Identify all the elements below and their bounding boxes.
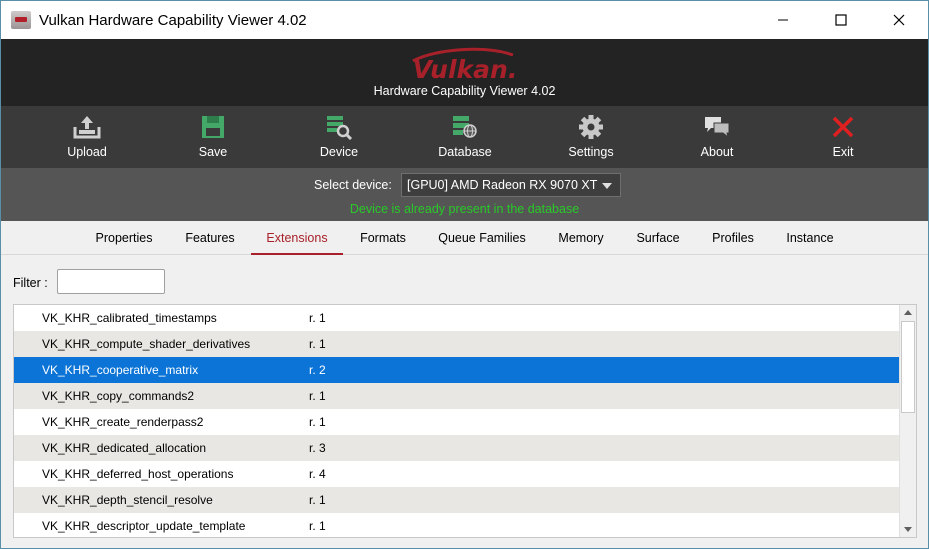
tab-memory[interactable]: Memory — [547, 221, 615, 255]
upload-label: Upload — [67, 145, 107, 159]
database-globe-icon — [453, 116, 477, 138]
tab-profiles[interactable]: Profiles — [700, 221, 766, 255]
about-label: About — [700, 145, 734, 159]
vulkan-logo-icon: Vulkan. — [411, 47, 517, 81]
upload-button[interactable]: Upload — [32, 106, 142, 168]
device-label: Device — [319, 145, 359, 159]
settings-label: Settings — [568, 145, 614, 159]
list-item[interactable]: VK_KHR_deferred_host_operations r. 4 — [14, 461, 900, 487]
minimize-icon — [778, 19, 788, 21]
window-title: Vulkan Hardware Capability Viewer 4.02 — [39, 11, 307, 29]
list-item[interactable]: VK_KHR_calibrated_timestamps r. 1 — [14, 305, 900, 331]
device-status-text: Device is already present in the databas… — [349, 202, 580, 216]
extension-name: VK_KHR_depth_stencil_resolve — [42, 493, 213, 507]
extension-name: VK_KHR_create_renderpass2 — [42, 415, 204, 429]
tab-features[interactable]: Features — [173, 221, 247, 255]
device-select[interactable]: [GPU0] AMD Radeon RX 9070 XT — [401, 173, 621, 197]
svg-text:Vulkan.: Vulkan. — [412, 55, 517, 81]
list-item[interactable]: VK_KHR_depth_stencil_resolve r. 1 — [14, 487, 900, 513]
upload-icon — [73, 116, 101, 139]
extension-revision: r. 1 — [309, 337, 326, 351]
list-item[interactable]: VK_KHR_descriptor_update_template r. 1 — [14, 513, 900, 537]
extension-name: VK_KHR_cooperative_matrix — [42, 363, 199, 377]
vulkan-logo: Vulkan. — [1, 47, 928, 81]
arrow-down-icon — [904, 527, 912, 532]
exit-label: Exit — [832, 145, 854, 159]
extension-revision: r. 1 — [309, 389, 326, 403]
minimize-button[interactable] — [754, 1, 812, 39]
tab-formats[interactable]: Formats — [347, 221, 419, 255]
settings-button[interactable]: Settings — [536, 106, 646, 168]
header-subtitle: Hardware Capability Viewer 4.02 — [373, 84, 556, 98]
list-item[interactable]: VK_KHR_copy_commands2 r. 1 — [14, 383, 900, 409]
device-bar: Select device: [GPU0] AMD Radeon RX 9070… — [1, 168, 928, 221]
list-item-selected[interactable]: VK_KHR_cooperative_matrix r. 2 — [14, 357, 900, 383]
maximize-button[interactable] — [812, 1, 870, 39]
save-button[interactable]: Save — [158, 106, 268, 168]
select-device-label: Select device: — [314, 178, 392, 192]
tab-bar: Properties Features Extensions Formats Q… — [1, 221, 928, 255]
extension-name: VK_KHR_deferred_host_operations — [42, 467, 234, 481]
extension-name: VK_KHR_compute_shader_derivatives — [42, 337, 251, 351]
maximize-icon — [835, 14, 847, 26]
chat-bubbles-icon — [705, 117, 730, 139]
tab-queue-families[interactable]: Queue Families — [427, 221, 537, 255]
floppy-disk-icon — [202, 116, 224, 138]
device-select-value: [GPU0] AMD Radeon RX 9070 XT — [407, 178, 598, 192]
scroll-up-button[interactable] — [900, 305, 916, 321]
filter-input[interactable] — [57, 269, 165, 294]
main-toolbar: Upload Save Device Database Settings Abo… — [1, 106, 928, 168]
device-search-icon — [327, 116, 353, 140]
arrow-up-icon — [904, 310, 912, 315]
red-x-icon — [832, 116, 854, 138]
extension-revision: r. 1 — [309, 311, 326, 325]
list-item[interactable]: VK_KHR_create_renderpass2 r. 1 — [14, 409, 900, 435]
extension-revision: r. 1 — [309, 493, 326, 507]
device-button[interactable]: Device — [284, 106, 394, 168]
app-window: Vulkan Hardware Capability Viewer 4.02 V… — [0, 0, 929, 549]
chevron-down-icon — [602, 183, 612, 189]
list-item[interactable]: VK_KHR_dedicated_allocation r. 3 — [14, 435, 900, 461]
tab-surface[interactable]: Surface — [624, 221, 692, 255]
extension-name: VK_KHR_dedicated_allocation — [42, 441, 207, 455]
list-item[interactable]: VK_KHR_compute_shader_derivatives r. 1 — [14, 331, 900, 357]
database-label: Database — [438, 145, 492, 159]
extension-revision: r. 3 — [309, 441, 326, 455]
extension-name: VK_KHR_calibrated_timestamps — [42, 311, 217, 325]
scroll-down-button[interactable] — [900, 521, 916, 537]
scroll-thumb[interactable] — [901, 321, 915, 413]
extension-revision: r. 4 — [309, 467, 326, 481]
close-button[interactable] — [870, 1, 928, 39]
extension-revision: r. 1 — [309, 519, 326, 533]
exit-button[interactable]: Exit — [788, 106, 898, 168]
window-controls — [754, 1, 928, 39]
database-button[interactable]: Database — [410, 106, 520, 168]
extension-revision: r. 2 — [309, 363, 326, 377]
title-bar: Vulkan Hardware Capability Viewer 4.02 — [1, 1, 928, 39]
save-label: Save — [198, 145, 228, 159]
tab-instance[interactable]: Instance — [774, 221, 846, 255]
extensions-list[interactable]: VK_KHR_calibrated_timestamps r. 1 VK_KHR… — [13, 304, 917, 538]
extension-name: VK_KHR_descriptor_update_template — [42, 519, 246, 533]
filter-label: Filter : — [13, 276, 48, 290]
close-icon — [893, 14, 905, 26]
extension-name: VK_KHR_copy_commands2 — [42, 389, 195, 403]
vertical-scrollbar[interactable] — [899, 305, 916, 537]
extension-revision: r. 1 — [309, 415, 326, 429]
gear-icon — [579, 115, 603, 139]
app-logo-icon — [11, 11, 31, 29]
about-button[interactable]: About — [662, 106, 772, 168]
tab-properties[interactable]: Properties — [83, 221, 165, 255]
header-banner: Vulkan. Hardware Capability Viewer 4.02 — [1, 39, 928, 106]
tab-extensions[interactable]: Extensions — [251, 221, 343, 255]
